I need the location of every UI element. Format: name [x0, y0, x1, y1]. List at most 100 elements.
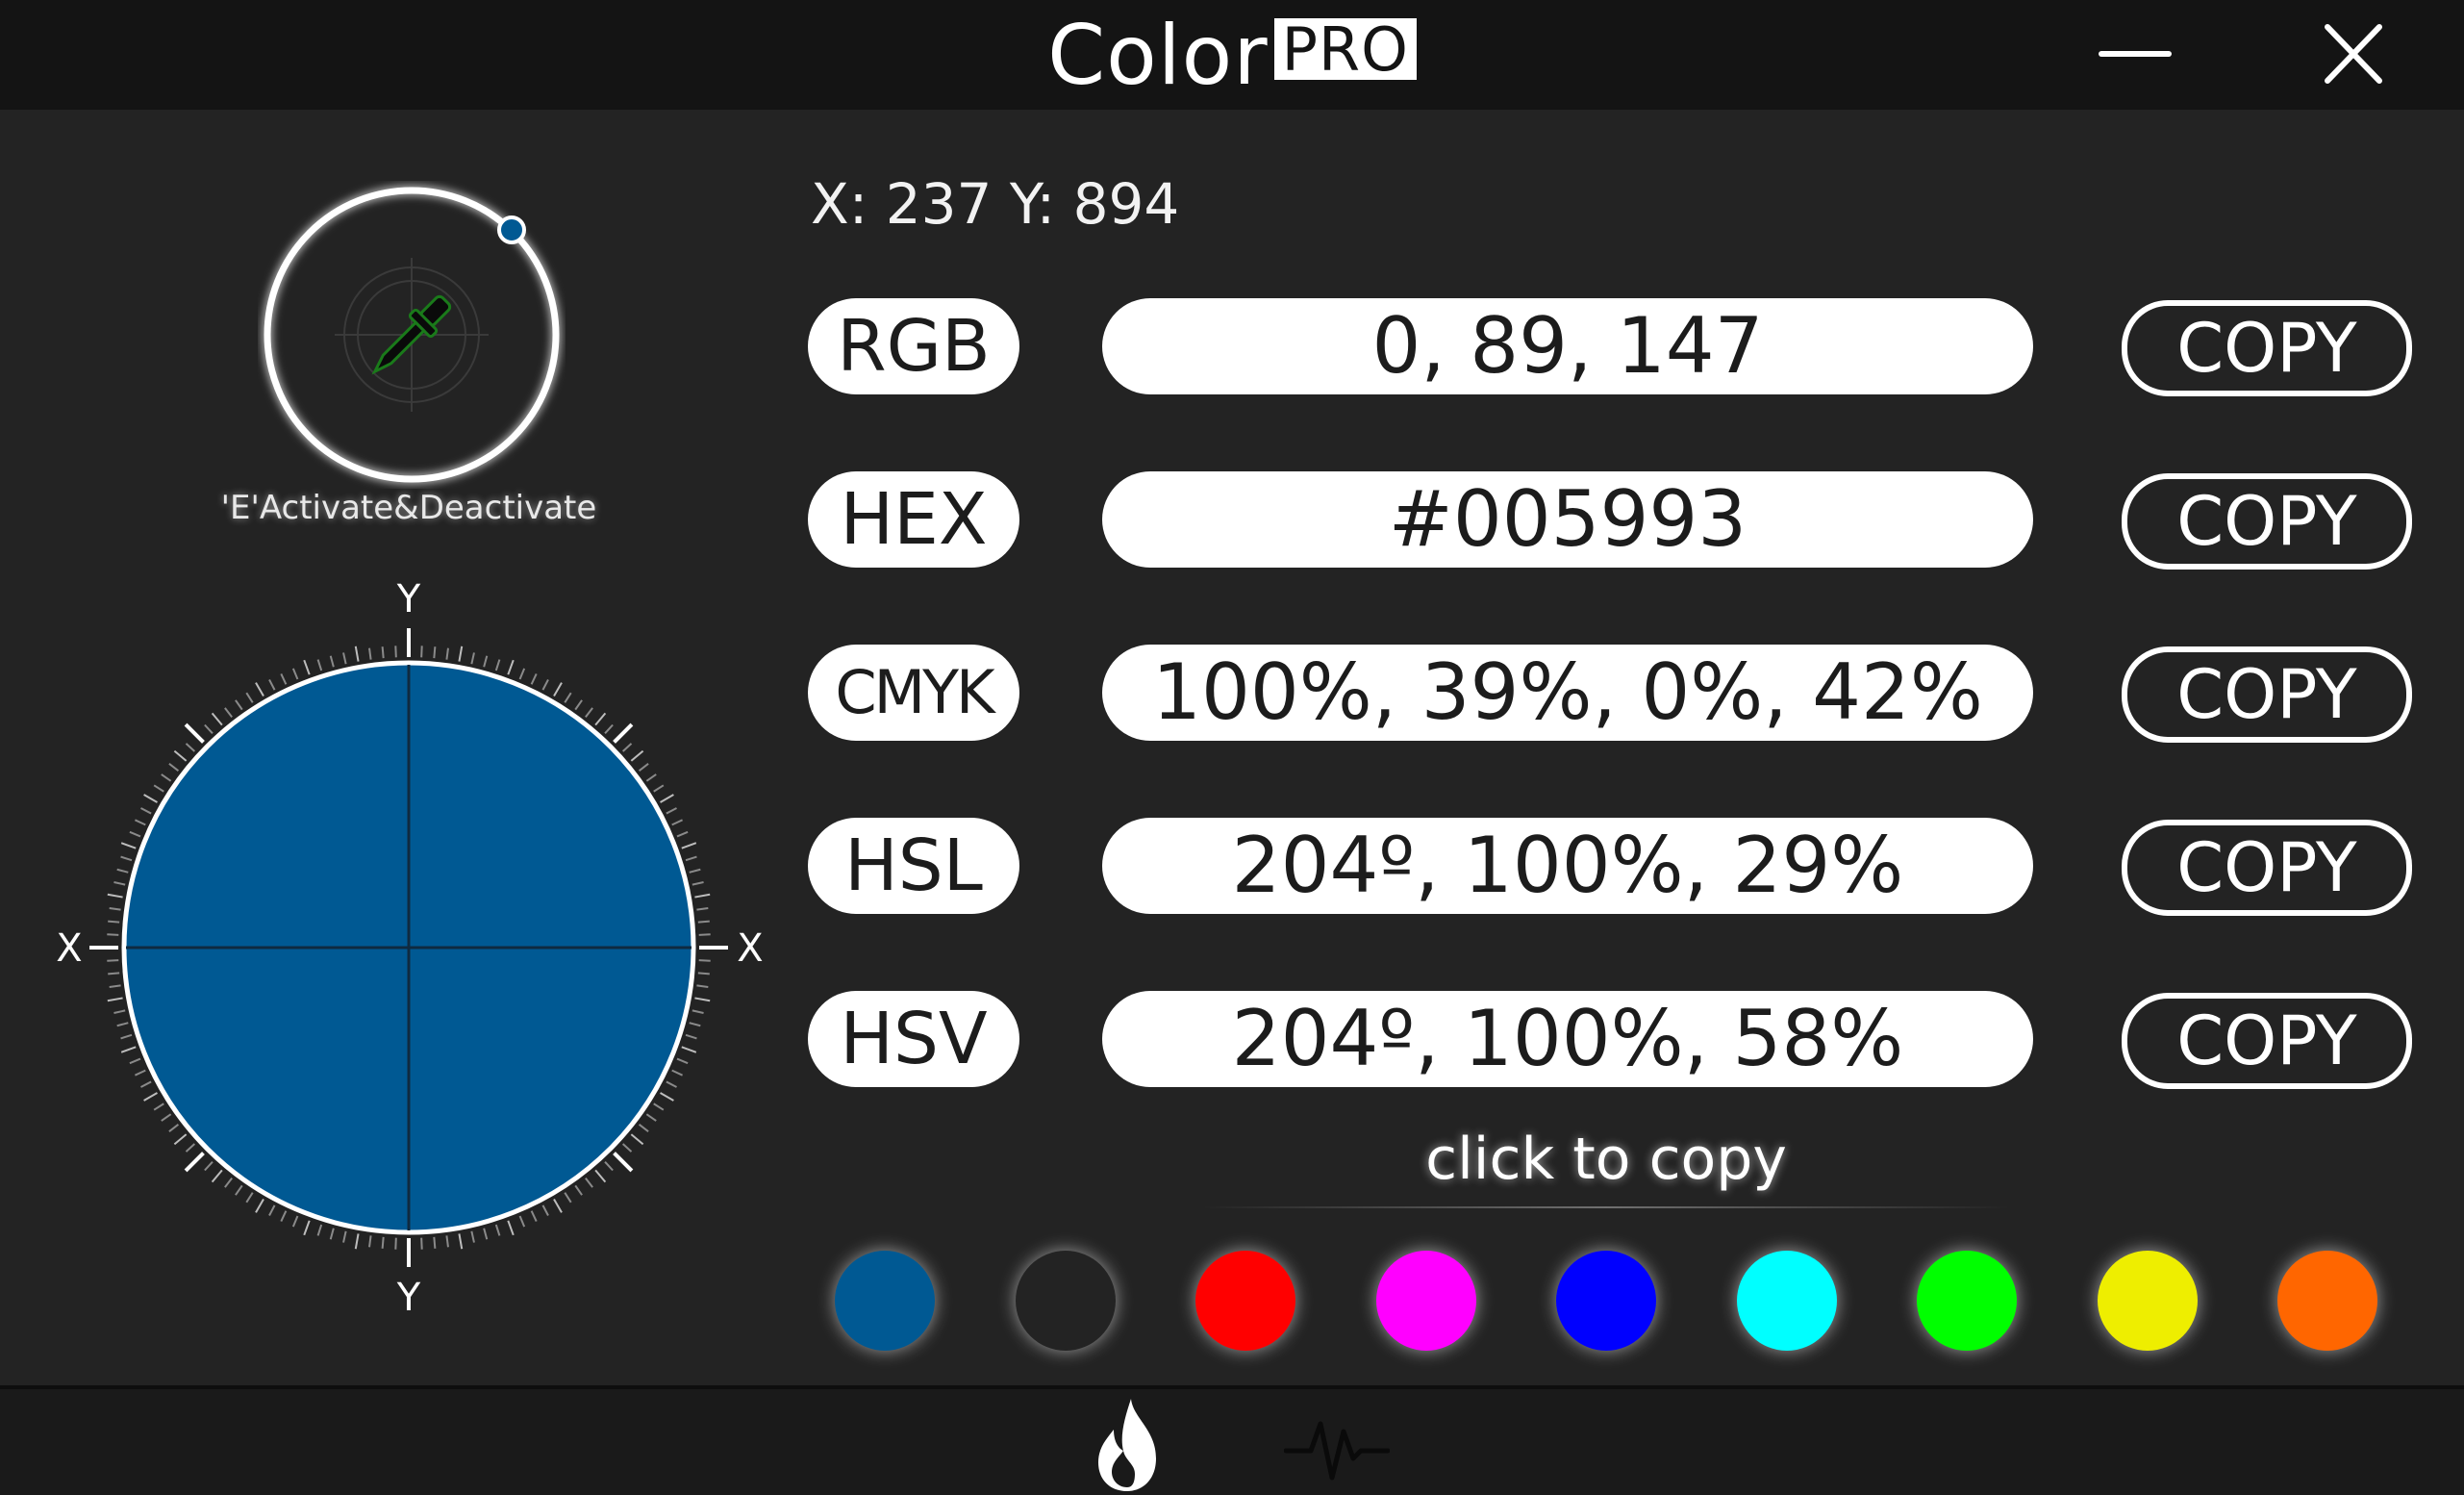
- compass-tick: [107, 933, 119, 936]
- compass-tick: [645, 1113, 657, 1122]
- compass-tick: [185, 1143, 196, 1153]
- compass-tick: [604, 1160, 614, 1172]
- compass-tick: [697, 920, 710, 924]
- click-to-copy-hint: click to copy: [1425, 1126, 1787, 1193]
- compass-tick: [470, 1230, 475, 1243]
- copy-button[interactable]: COPY: [2122, 646, 2412, 743]
- format-row-rgb: RGB 0, 89, 147 COPY: [0, 298, 2464, 396]
- compass-tick: [143, 1092, 158, 1102]
- compass-tick: [224, 1177, 233, 1188]
- compass-tick: [420, 1237, 423, 1250]
- x-label: X:: [811, 171, 868, 237]
- history-swatch[interactable]: [1015, 1251, 1116, 1351]
- compass-tick: [107, 959, 119, 962]
- x-value: 237: [885, 171, 993, 237]
- format-label: HEX: [808, 471, 1019, 568]
- compass-tick: [291, 1215, 299, 1228]
- history-swatch[interactable]: [1375, 1251, 1476, 1351]
- compass-tick: [342, 1230, 347, 1243]
- compass-tick: [585, 1177, 593, 1188]
- minimize-button[interactable]: [2092, 21, 2178, 89]
- copy-button[interactable]: COPY: [2122, 820, 2412, 916]
- compass-label-left: X: [56, 926, 82, 971]
- compass-tick: [153, 784, 164, 793]
- compass-tick: [698, 933, 711, 936]
- tab-activity[interactable]: [1284, 1408, 1390, 1485]
- compass-tick: [613, 1152, 634, 1173]
- hint-divider: [1202, 1206, 2010, 1208]
- history-swatch[interactable]: [2277, 1251, 2377, 1351]
- compass-tick: [108, 920, 120, 924]
- compass-tick: [316, 1224, 323, 1236]
- format-value[interactable]: 204º, 100%, 29%: [1102, 818, 2033, 914]
- compass-tick: [161, 1113, 172, 1122]
- compass-tick: [666, 807, 677, 815]
- flame-icon: [1098, 1399, 1156, 1491]
- compass-tick: [660, 794, 674, 803]
- compass-tick: [574, 1184, 583, 1196]
- history-swatch[interactable]: [1736, 1251, 1837, 1351]
- compass-tick: [445, 1235, 449, 1248]
- compass-tick: [143, 794, 158, 803]
- compass-tick: [354, 1233, 360, 1250]
- format-row-cmyk: CMYK 100%, 39%, 0%, 42% COPY: [0, 645, 2464, 743]
- compass-tick: [394, 1237, 397, 1250]
- close-icon: [2325, 24, 2382, 84]
- compass-tick: [645, 773, 657, 782]
- compass-tick: [483, 1228, 489, 1240]
- compass-tick: [564, 1192, 572, 1204]
- history-swatch[interactable]: [1556, 1251, 1656, 1351]
- compass-tick: [696, 984, 709, 988]
- y-value: 894: [1072, 171, 1180, 237]
- minimize-icon: [2099, 51, 2172, 57]
- compass-tick: [168, 763, 180, 772]
- compass-tick: [638, 1124, 649, 1132]
- compass-tick: [630, 749, 644, 762]
- compass-tick: [204, 1160, 214, 1172]
- format-row-hsl: HSL 204º, 100%, 29% COPY: [0, 818, 2464, 916]
- compass-tick: [697, 972, 710, 976]
- format-label: CMYK: [808, 645, 1019, 741]
- pro-badge: PRO: [1273, 18, 1417, 80]
- compass-tick: [245, 1192, 254, 1204]
- compass-tick: [494, 1224, 501, 1236]
- compass-tick: [109, 984, 121, 988]
- app-title-text: Color: [1047, 8, 1269, 104]
- compass-tick: [153, 1102, 164, 1111]
- tab-picker[interactable]: [1089, 1395, 1166, 1495]
- format-label: HSL: [808, 818, 1019, 914]
- compass-tick: [108, 972, 120, 976]
- history-swatch[interactable]: [1195, 1251, 1295, 1351]
- compass-tick: [433, 1236, 437, 1249]
- compass-tick: [173, 1133, 188, 1146]
- compass-tick: [660, 1092, 674, 1102]
- copy-button[interactable]: COPY: [2122, 300, 2412, 396]
- history-swatch[interactable]: [2097, 1251, 2198, 1351]
- y-label: Y:: [1009, 171, 1056, 237]
- format-value[interactable]: #005993: [1102, 471, 2033, 568]
- compass-tick: [594, 1169, 607, 1183]
- compass-tick: [368, 1235, 372, 1248]
- history-swatch[interactable]: [1917, 1251, 2017, 1351]
- pulse-icon: [1284, 1421, 1390, 1481]
- compass-tick: [653, 1102, 665, 1111]
- history-swatch[interactable]: [835, 1251, 935, 1351]
- cursor-coordinates: X: 237 Y: 894: [811, 171, 1179, 237]
- format-value[interactable]: 100%, 39%, 0%, 42%: [1102, 645, 2033, 741]
- compass-label-bottom: Y: [396, 1276, 421, 1318]
- compass-tick: [268, 1204, 276, 1216]
- compass-tick: [621, 743, 633, 752]
- copy-button[interactable]: COPY: [2122, 473, 2412, 570]
- compass-tick: [458, 1233, 464, 1250]
- color-history: [835, 1251, 2441, 1351]
- compass-tick: [185, 743, 196, 752]
- format-value[interactable]: 204º, 100%, 58%: [1102, 991, 2033, 1087]
- close-button[interactable]: [2310, 21, 2397, 89]
- compass-tick: [211, 1169, 223, 1183]
- format-label: RGB: [808, 298, 1019, 394]
- copy-button[interactable]: COPY: [2122, 993, 2412, 1089]
- compass-tick: [530, 1210, 538, 1223]
- compass-tick: [630, 1133, 644, 1146]
- compass-tick: [173, 749, 188, 762]
- format-value[interactable]: 0, 89, 147: [1102, 298, 2033, 394]
